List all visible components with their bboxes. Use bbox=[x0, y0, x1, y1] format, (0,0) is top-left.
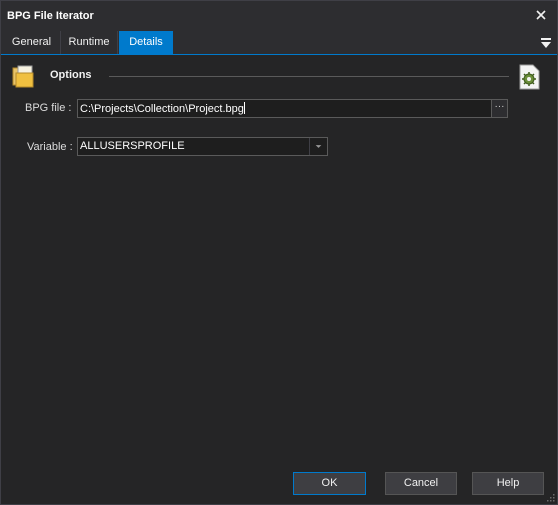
variable-dropdown[interactable]: ALLUSERSPROFILE bbox=[77, 137, 328, 156]
title-bar: BPG File Iterator bbox=[1, 1, 557, 31]
tab-bar: General Runtime Details bbox=[1, 31, 557, 55]
bpg-file-input[interactable]: C:\Projects\Collection\Project.bpg ··· bbox=[77, 99, 508, 118]
variable-value: ALLUSERSPROFILE bbox=[80, 140, 185, 152]
gear-document-icon bbox=[519, 64, 540, 90]
tab-general[interactable]: General bbox=[3, 31, 61, 54]
browse-button[interactable]: ··· bbox=[491, 100, 507, 117]
details-panel: Options BPG file : C:\Projects\Collectio… bbox=[1, 56, 557, 466]
cancel-button[interactable]: Cancel bbox=[385, 472, 457, 495]
dialog-window: BPG File Iterator General Runtime Detail… bbox=[0, 0, 558, 505]
chevron-down-icon[interactable] bbox=[309, 138, 327, 155]
tab-runtime[interactable]: Runtime bbox=[61, 31, 118, 54]
ok-button[interactable]: OK bbox=[293, 472, 366, 495]
variable-label: Variable : bbox=[27, 141, 73, 153]
options-folder-icon bbox=[12, 65, 34, 88]
bpg-file-value: C:\Projects\Collection\Project.bpg bbox=[80, 102, 245, 115]
resize-grip-icon[interactable] bbox=[545, 492, 555, 502]
bpg-file-label: BPG file : bbox=[25, 102, 72, 114]
help-button[interactable]: Help bbox=[472, 472, 544, 495]
menu-icon[interactable] bbox=[541, 37, 551, 49]
tab-details[interactable]: Details bbox=[119, 31, 173, 54]
window-title: BPG File Iterator bbox=[7, 10, 94, 22]
options-divider bbox=[109, 76, 509, 77]
options-title: Options bbox=[50, 69, 92, 81]
close-icon[interactable] bbox=[533, 7, 549, 23]
